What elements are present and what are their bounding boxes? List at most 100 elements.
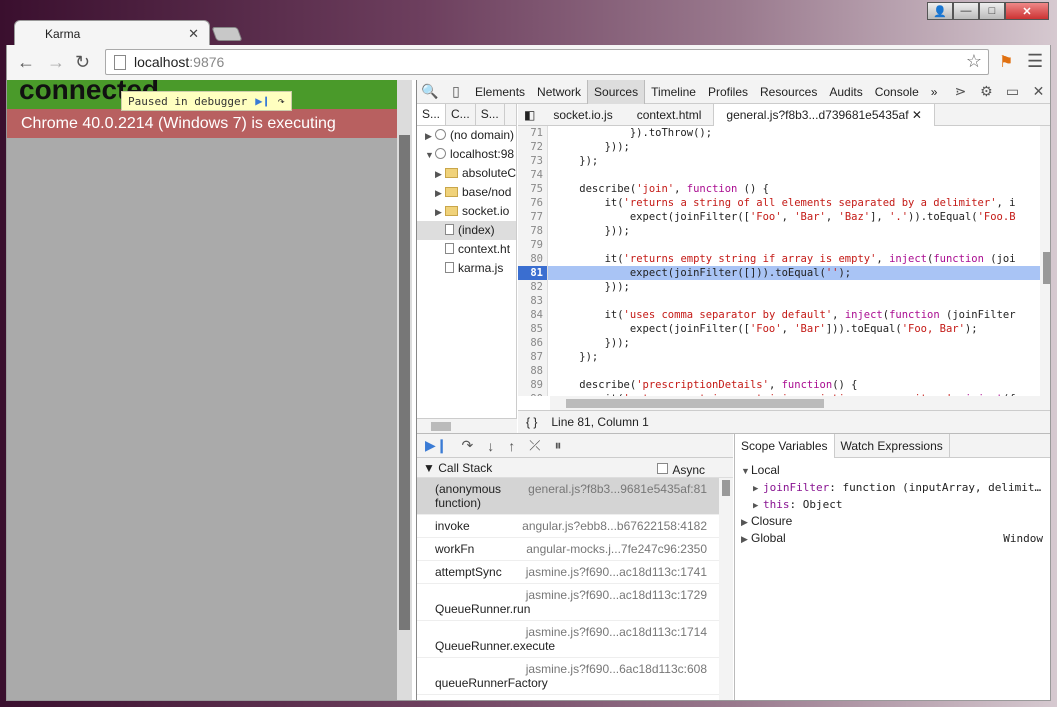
- tab-network[interactable]: Network: [531, 80, 587, 104]
- line-number[interactable]: 75: [518, 182, 548, 196]
- tab-resources[interactable]: Resources: [754, 80, 823, 104]
- call-frame[interactable]: queueRunnerFactory jasmine.js?f690...6ac1…: [417, 658, 733, 695]
- line-number[interactable]: 71: [518, 126, 548, 140]
- line-number[interactable]: 77: [518, 210, 548, 224]
- tree-item[interactable]: ▶ socket.io: [417, 202, 516, 221]
- line-number[interactable]: 90: [518, 392, 548, 396]
- expand-icon[interactable]: ▶: [435, 203, 445, 221]
- call-frame[interactable]: attemptSync jasmine.js?f690...ac18d113c:1…: [417, 561, 733, 584]
- call-stack-header[interactable]: ▼ Call Stack Async: [417, 458, 733, 478]
- code-hscroll-thumb[interactable]: [566, 399, 824, 408]
- expand-icon[interactable]: ▶: [425, 127, 435, 145]
- line-number[interactable]: 84: [518, 308, 548, 322]
- call-frame[interactable]: invoke angular.js?ebb8...b67622158:4182: [417, 515, 733, 538]
- line-number[interactable]: 78: [518, 224, 548, 238]
- show-drawer-icon[interactable]: ⋗: [947, 83, 973, 100]
- tree-item[interactable]: karma.js: [417, 259, 516, 278]
- resume-icon[interactable]: ▶❙: [425, 437, 448, 454]
- pretty-print-icon[interactable]: { }: [526, 415, 537, 429]
- reload-icon[interactable]: ↻: [75, 52, 90, 73]
- line-number[interactable]: 85: [518, 322, 548, 336]
- scope-local[interactable]: ▼Local: [741, 462, 1047, 479]
- user-icon[interactable]: 👤: [927, 2, 953, 20]
- navigator-tab-snippets[interactable]: S...: [476, 104, 505, 125]
- toggle-navigator-icon[interactable]: ◧: [518, 104, 541, 126]
- scope-var-this[interactable]: ▶ this: Object: [741, 496, 1047, 513]
- forward-icon[interactable]: →: [47, 52, 65, 73]
- browser-tab[interactable]: Karma ✕: [14, 20, 210, 46]
- code-vscroll-thumb[interactable]: [1043, 252, 1050, 284]
- navigator-scroll-thumb[interactable]: [431, 422, 451, 431]
- line-number[interactable]: 86: [518, 336, 548, 350]
- close-editor-tab-icon[interactable]: ✕: [912, 108, 922, 122]
- line-number[interactable]: 79: [518, 238, 548, 252]
- call-frame[interactable]: workFn angular-mocks.j...7fe247c96:2350: [417, 538, 733, 561]
- tree-item[interactable]: ▶ absoluteC: [417, 164, 516, 183]
- call-frame[interactable]: QueueRunner.run jasmine.js?f690...ac18d11…: [417, 584, 733, 621]
- editor-tab-socket-io[interactable]: socket.io.js: [541, 104, 624, 126]
- line-number[interactable]: 89: [518, 378, 548, 392]
- code-vscrollbar[interactable]: [1040, 126, 1050, 396]
- scope-var-joinfilter[interactable]: ▶ joinFilter: function (inputArray, delim…: [741, 479, 1047, 496]
- tree-item[interactable]: ▶ (no domain): [417, 126, 516, 145]
- tab-timeline[interactable]: Timeline: [645, 80, 702, 104]
- collapse-icon[interactable]: ▼: [425, 146, 435, 164]
- tab-watch-expressions[interactable]: Watch Expressions: [835, 433, 950, 458]
- more-tabs-icon[interactable]: »: [925, 80, 944, 104]
- tree-item[interactable]: ▼ localhost:98: [417, 145, 516, 164]
- editor-tab-general[interactable]: general.js?f8b3...d739681e5435af ✕: [713, 103, 935, 126]
- tab-scope-variables[interactable]: Scope Variables: [735, 433, 835, 458]
- line-number[interactable]: 87: [518, 350, 548, 364]
- close-window-button[interactable]: ✕: [1005, 2, 1049, 20]
- back-icon[interactable]: ←: [17, 52, 35, 73]
- tab-elements[interactable]: Elements: [469, 80, 531, 104]
- line-number[interactable]: 88: [518, 364, 548, 378]
- line-number[interactable]: 83: [518, 294, 548, 308]
- dock-icon[interactable]: ▭: [999, 83, 1025, 100]
- step-over-icon[interactable]: ↷: [462, 437, 474, 454]
- close-devtools-icon[interactable]: ✕: [1025, 83, 1050, 100]
- line-number[interactable]: 74: [518, 168, 548, 182]
- tree-item[interactable]: (index): [417, 221, 516, 240]
- extension-icon[interactable]: ⚑: [999, 52, 1013, 72]
- page-scroll-thumb[interactable]: [399, 135, 410, 630]
- deactivate-breakpoints-icon[interactable]: ⤫: [529, 437, 540, 454]
- step-into-icon[interactable]: ↓: [487, 438, 494, 454]
- inspect-icon[interactable]: 🔍: [417, 83, 443, 100]
- resume-icon[interactable]: ▶❙: [255, 94, 269, 108]
- navigator-hscrollbar[interactable]: [417, 418, 517, 433]
- navigator-tab-sources[interactable]: S...: [417, 104, 447, 125]
- line-number[interactable]: 81: [518, 266, 548, 280]
- tree-item[interactable]: ▶ base/nod: [417, 183, 516, 202]
- code-hscrollbar[interactable]: [550, 396, 1050, 410]
- new-tab-button[interactable]: [211, 27, 243, 41]
- pause-on-exceptions-icon[interactable]: ⏸: [554, 437, 561, 454]
- device-mode-icon[interactable]: ▯: [443, 83, 469, 100]
- call-frame[interactable]: QueueRunner.execute jasmine.js?f690...ac1…: [417, 621, 733, 658]
- editor-tab-context[interactable]: context.html: [625, 104, 714, 126]
- async-checkbox[interactable]: [657, 463, 669, 474]
- close-tab-icon[interactable]: ✕: [188, 26, 199, 42]
- tab-sources[interactable]: Sources: [587, 80, 646, 104]
- line-number[interactable]: 73: [518, 154, 548, 168]
- address-bar[interactable]: localhost:9876 ☆: [105, 49, 989, 75]
- tree-item[interactable]: context.ht: [417, 240, 516, 259]
- page-scrollbar[interactable]: [397, 80, 412, 700]
- call-stack-scroll-thumb[interactable]: [722, 480, 730, 496]
- line-number[interactable]: 72: [518, 140, 548, 154]
- menu-icon[interactable]: ☰: [1027, 51, 1043, 72]
- async-toggle[interactable]: Async: [657, 461, 709, 477]
- call-frame[interactable]: (anonymous function) general.js?f8b3...96…: [417, 478, 733, 515]
- line-number[interactable]: 76: [518, 196, 548, 210]
- step-over-icon[interactable]: ↷: [278, 94, 285, 108]
- tab-profiles[interactable]: Profiles: [702, 80, 754, 104]
- tab-audits[interactable]: Audits: [823, 80, 868, 104]
- scope-global[interactable]: ▶ Global Window: [741, 530, 1047, 547]
- maximize-button[interactable]: □: [979, 2, 1005, 20]
- tab-console[interactable]: Console: [869, 80, 925, 104]
- navigator-tab-content-scripts[interactable]: C...: [446, 104, 476, 125]
- line-number[interactable]: 82: [518, 280, 548, 294]
- expand-icon[interactable]: ▶: [435, 165, 445, 183]
- code-area[interactable]: 71 }).toThrow(); 72 })); 73 }); 74 75 descri…: [518, 126, 1050, 396]
- bookmark-star-icon[interactable]: ☆: [966, 51, 982, 72]
